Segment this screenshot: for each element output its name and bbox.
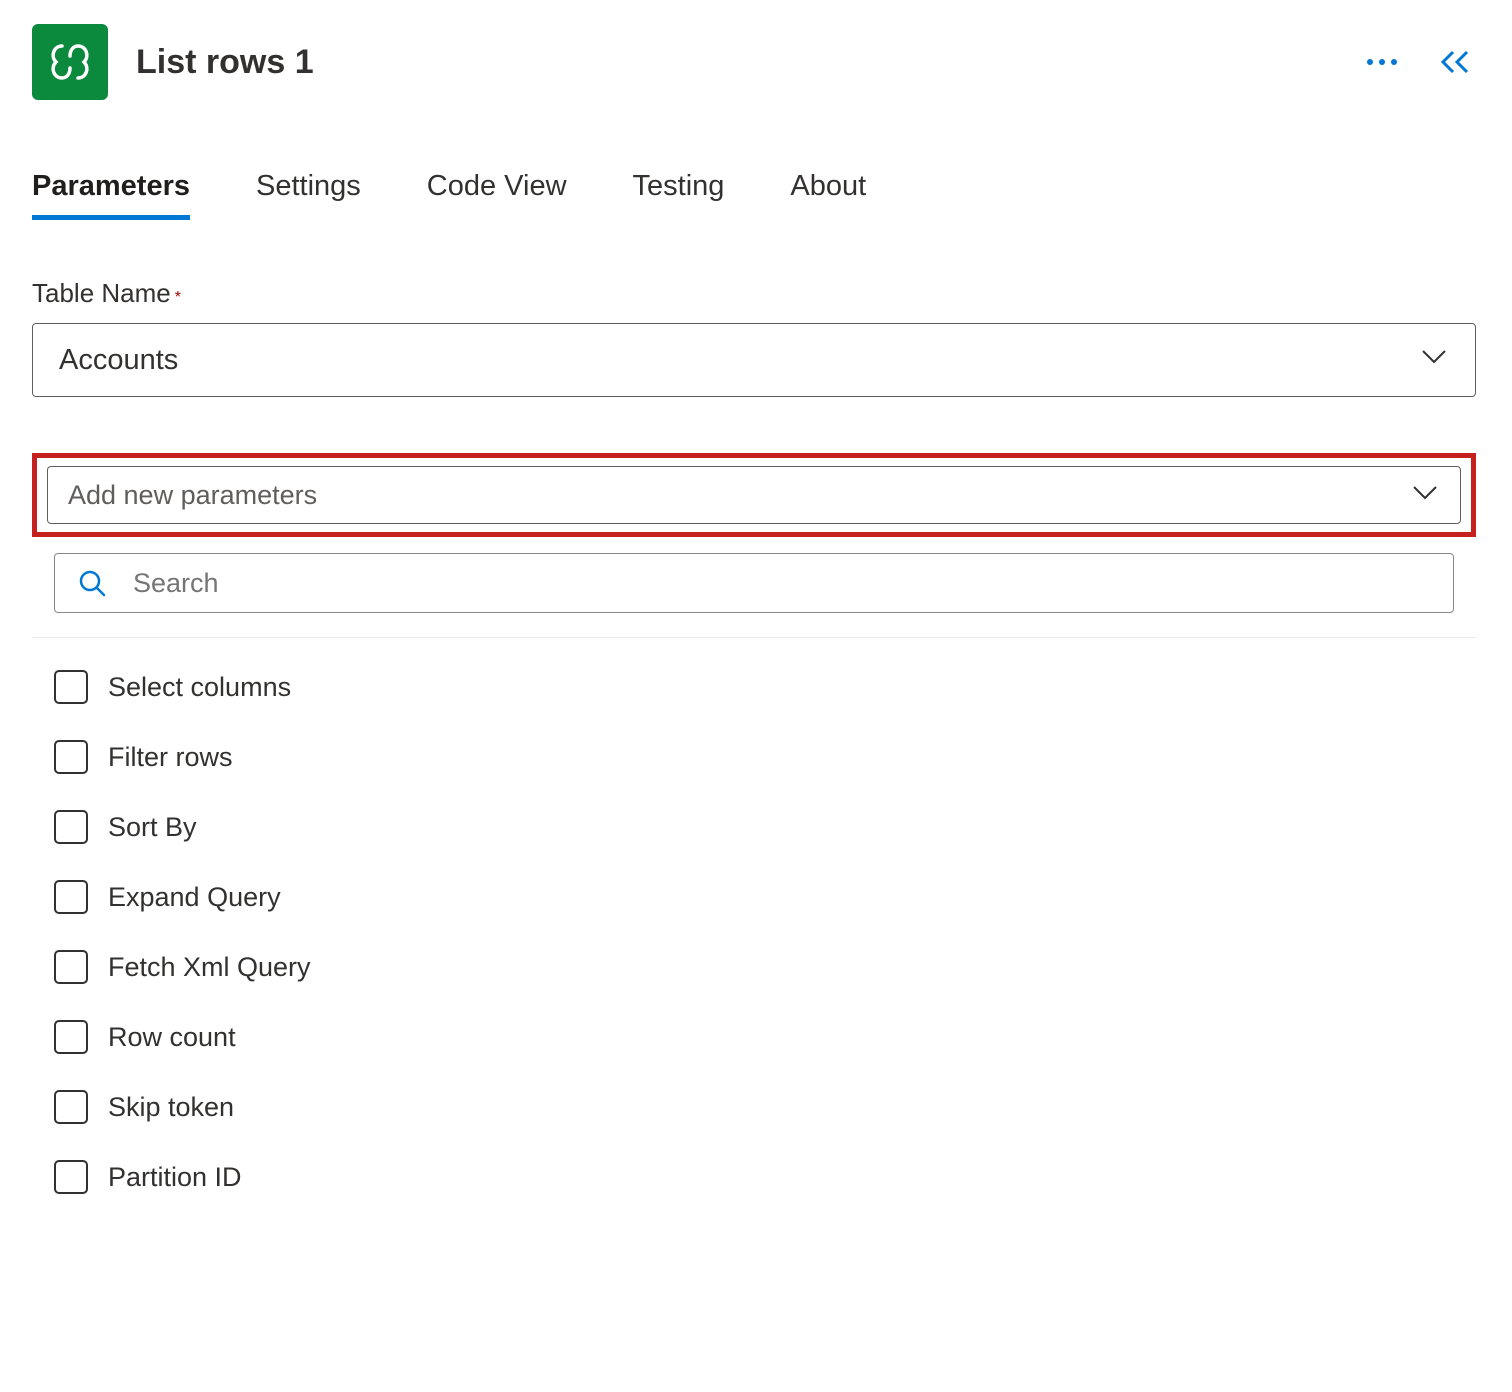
checkbox[interactable] (54, 1020, 88, 1054)
checkbox[interactable] (54, 880, 88, 914)
option-label: Filter rows (108, 742, 233, 773)
option-label: Sort By (108, 812, 197, 843)
table-name-select[interactable]: Accounts (32, 323, 1476, 397)
add-new-parameters-dropdown[interactable]: Add new parameters (47, 466, 1461, 524)
table-name-label: Table Name (32, 278, 171, 308)
parameters-search-box[interactable] (54, 553, 1454, 613)
action-header: List rows 1 (32, 24, 1476, 100)
option-fetch-xml-query[interactable]: Fetch Xml Query (54, 932, 1454, 1002)
tab-parameters[interactable]: Parameters (32, 170, 190, 220)
collapse-panel-button[interactable] (1436, 42, 1476, 82)
add-new-parameters-placeholder: Add new parameters (68, 480, 317, 511)
option-filter-rows[interactable]: Filter rows (54, 722, 1454, 792)
checkbox[interactable] (54, 810, 88, 844)
tab-code-view[interactable]: Code View (427, 170, 567, 220)
option-sort-by[interactable]: Sort By (54, 792, 1454, 862)
checkbox[interactable] (54, 950, 88, 984)
parameters-options-list: Select columns Filter rows Sort By Expan… (32, 646, 1476, 1218)
add-parameters-highlight: Add new parameters (32, 453, 1476, 537)
checkbox[interactable] (54, 740, 88, 774)
option-label: Partition ID (108, 1162, 242, 1193)
chevron-down-icon (1419, 341, 1449, 379)
table-name-value: Accounts (59, 344, 178, 377)
checkbox[interactable] (54, 1160, 88, 1194)
ellipsis-icon (1365, 57, 1399, 67)
option-label: Fetch Xml Query (108, 952, 311, 983)
option-partition-id[interactable]: Partition ID (54, 1142, 1454, 1212)
option-label: Skip token (108, 1092, 234, 1123)
double-chevron-left-icon (1439, 48, 1473, 76)
checkbox[interactable] (54, 1090, 88, 1124)
option-label: Select columns (108, 672, 291, 703)
connector-icon (32, 24, 108, 100)
action-title: List rows 1 (136, 43, 314, 82)
more-options-button[interactable] (1362, 42, 1402, 82)
option-select-columns[interactable]: Select columns (54, 652, 1454, 722)
option-expand-query[interactable]: Expand Query (54, 862, 1454, 932)
parameters-dropdown-panel: Select columns Filter rows Sort By Expan… (32, 549, 1476, 1218)
tab-bar: Parameters Settings Code View Testing Ab… (32, 170, 1476, 220)
required-asterisk: * (175, 289, 181, 306)
tab-settings[interactable]: Settings (256, 170, 361, 220)
option-skip-token[interactable]: Skip token (54, 1072, 1454, 1142)
chevron-down-icon (1410, 477, 1440, 514)
table-name-label-row: Table Name* (32, 278, 1476, 309)
option-label: Row count (108, 1022, 236, 1053)
option-label: Expand Query (108, 882, 281, 913)
tab-testing[interactable]: Testing (633, 170, 725, 220)
dropdown-divider (32, 637, 1476, 638)
search-icon (77, 568, 107, 598)
search-input[interactable] (131, 567, 1431, 600)
tab-about[interactable]: About (790, 170, 866, 220)
checkbox[interactable] (54, 670, 88, 704)
option-row-count[interactable]: Row count (54, 1002, 1454, 1072)
